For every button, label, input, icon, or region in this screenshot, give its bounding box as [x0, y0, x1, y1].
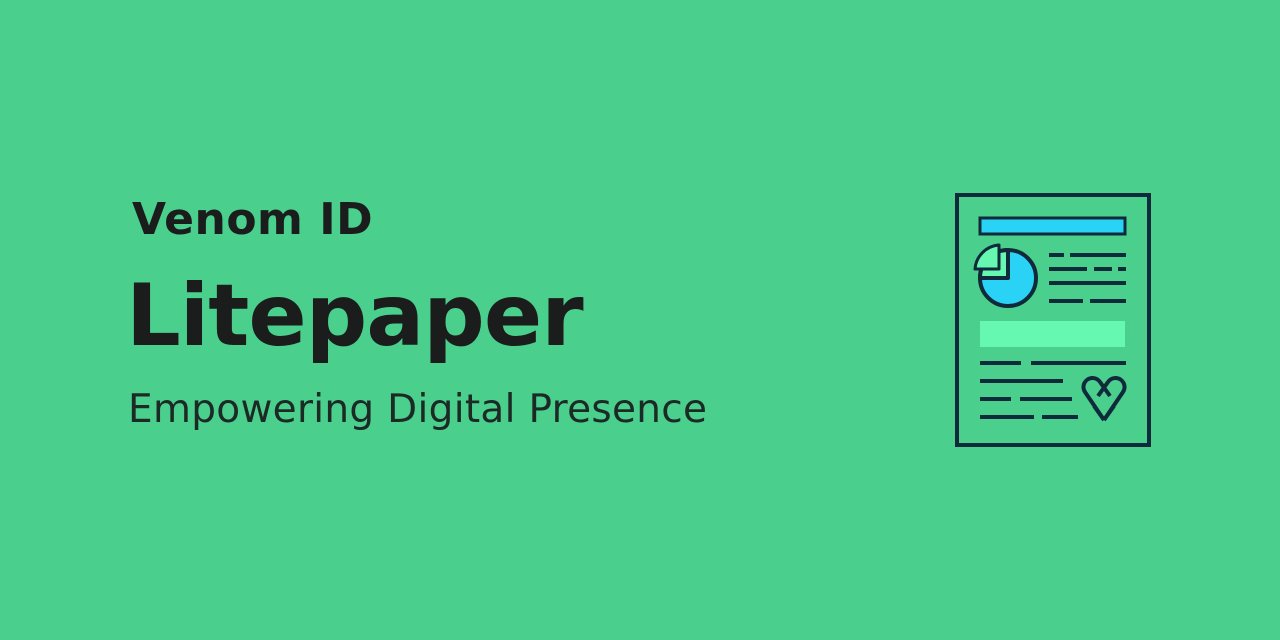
text-lines-top	[1049, 253, 1126, 303]
document-report-icon	[955, 193, 1151, 447]
banner: Venom ID Litepaper Empowering Digital Pr…	[0, 0, 1280, 640]
brand-name: Venom ID	[132, 194, 374, 245]
venom-logo-icon	[1081, 376, 1127, 422]
document-highlight-bar	[980, 321, 1125, 347]
document-header-bar	[978, 216, 1127, 236]
page-title: Litepaper	[126, 266, 584, 366]
pie-chart-icon	[973, 243, 1038, 308]
tagline: Empowering Digital Presence	[128, 387, 708, 432]
